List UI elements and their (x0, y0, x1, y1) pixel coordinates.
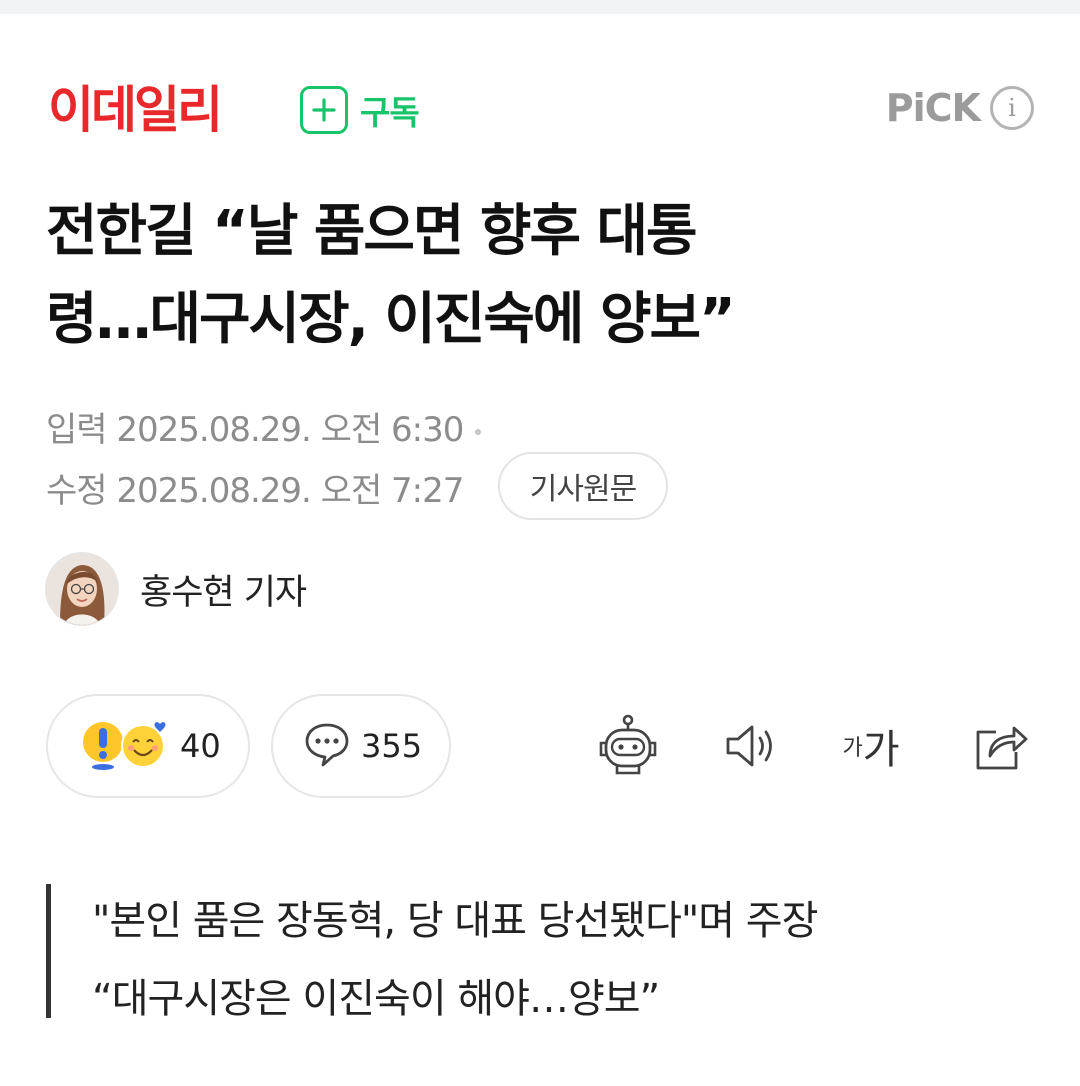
input-date: 입력 2025.08.29. 오전 6:30 (46, 402, 482, 451)
smile-emoji-icon (120, 718, 170, 774)
original-article-button[interactable]: 기사원문 (498, 452, 668, 520)
reporter-avatar[interactable] (46, 553, 118, 625)
font-big-glyph: 가 (862, 727, 900, 773)
subscribe-button[interactable]: 구독 (300, 84, 420, 136)
press-logo[interactable]: 이데일리 (48, 78, 223, 142)
bot-summary-icon[interactable] (590, 708, 666, 784)
input-label: 입력 (46, 410, 108, 450)
comment-icon (303, 721, 351, 771)
separator-dot (475, 428, 482, 435)
subtitle-line-2: “대구시장은 이진숙이 해야…양보” (92, 976, 660, 1022)
reporter-info[interactable]: 홍수현 기자 (46, 553, 307, 625)
speaker-icon[interactable] (712, 708, 788, 784)
reaction-button[interactable]: 40 (46, 694, 250, 798)
subtitle-bar (46, 884, 51, 1018)
font-size-button[interactable]: 가가 (833, 708, 909, 784)
pick-badge[interactable]: PiCK i (886, 86, 1034, 130)
comment-button[interactable]: 355 (271, 694, 451, 798)
input-datetime: 2025.08.29. 오전 6:30 (116, 410, 464, 450)
reaction-count: 40 (180, 727, 221, 765)
subscribe-label: 구독 (360, 93, 420, 132)
status-strip (0, 0, 1080, 14)
pick-label: PiCK (885, 86, 981, 130)
plus-icon (300, 86, 348, 134)
comment-count: 355 (361, 727, 423, 765)
modified-label: 수정 (46, 471, 108, 511)
info-icon[interactable]: i (990, 86, 1034, 130)
subtitle-line-1: "본인 품은 장동혁, 당 대표 당선됐다"며 주장 (92, 898, 818, 944)
title-line-1: 전한길 “날 품으면 향후 대통 (46, 199, 698, 264)
modified-datetime: 2025.08.29. 오전 7:27 (116, 471, 464, 511)
font-small-glyph: 가 (842, 736, 863, 761)
share-icon[interactable] (962, 708, 1038, 784)
modified-date: 수정 2025.08.29. 오전 7:27 (46, 463, 464, 512)
title-line-2: 령…대구시장, 이진숙에 양보” (46, 287, 736, 352)
reporter-name[interactable]: 홍수현 기자 (140, 564, 307, 615)
article-title: 전한길 “날 품으면 향후 대통 령…대구시장, 이진숙에 양보” (46, 188, 1026, 364)
press-header: 이데일리 구독 PiCK i (0, 70, 1080, 150)
